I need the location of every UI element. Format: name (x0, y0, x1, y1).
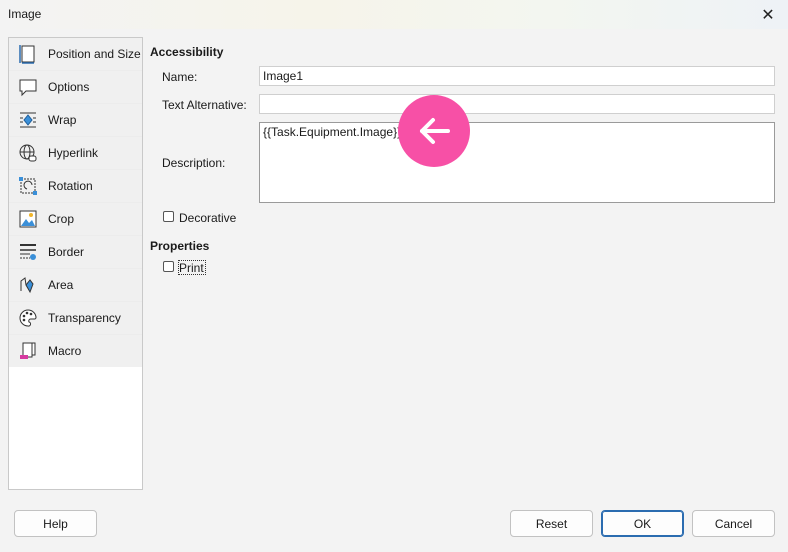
sidebar-item-area[interactable]: Area (9, 269, 142, 302)
sidebar-item-label: Area (48, 278, 74, 292)
sidebar-item-label: Crop (48, 212, 75, 226)
area-icon (17, 274, 39, 296)
sidebar-item-label: Macro (48, 344, 82, 358)
print-label: Print (179, 261, 204, 275)
sidebar-item-border[interactable]: Border (9, 236, 142, 269)
pointer-highlight (398, 95, 470, 167)
name-label: Name: (162, 70, 198, 84)
description-field[interactable]: {{Task.Equipment.Image}} (259, 122, 775, 203)
sidebar-item-label: Wrap (48, 113, 77, 127)
cancel-button[interactable]: Cancel (692, 510, 775, 537)
sidebar-item-crop[interactable]: Crop (9, 203, 142, 236)
window-title: Image (8, 7, 42, 21)
position-size-icon (17, 43, 39, 65)
sidebar-item-transparency[interactable]: Transparency (9, 302, 142, 335)
print-checkbox[interactable] (163, 261, 174, 272)
sidebar-item-label: Hyperlink (48, 146, 99, 160)
sidebar-item-label: Options (48, 80, 90, 94)
text-alternative-label: Text Alternative: (162, 98, 247, 112)
decorative-label: Decorative (179, 211, 237, 225)
help-button[interactable]: Help (14, 510, 97, 537)
rotation-icon (17, 175, 39, 197)
close-button[interactable]: ✕ (748, 0, 788, 29)
close-icon: ✕ (761, 6, 775, 24)
sidebar-item-hyperlink[interactable]: Hyperlink (9, 137, 142, 170)
decorative-checkbox[interactable] (163, 211, 174, 222)
sidebar-item-position-and-size[interactable]: Position and Size (9, 38, 142, 71)
sidebar-item-label: Position and Size (48, 47, 141, 61)
text-alternative-field[interactable] (259, 94, 775, 114)
border-icon (17, 241, 39, 263)
wrap-icon (17, 109, 39, 131)
options-icon (17, 76, 39, 98)
sidebar-item-label: Transparency (48, 311, 121, 325)
ok-button[interactable]: OK (601, 510, 684, 537)
sidebar-item-rotation[interactable]: Rotation (9, 170, 142, 203)
arrow-left-icon (420, 118, 450, 144)
name-field[interactable]: Image1 (259, 66, 775, 86)
description-label: Description: (162, 156, 226, 170)
hyperlink-icon (17, 142, 39, 164)
crop-icon (17, 208, 39, 230)
transparency-icon (17, 307, 39, 329)
sidebar-item-label: Rotation (48, 179, 93, 193)
sidebar-item-wrap[interactable]: Wrap (9, 104, 142, 137)
reset-button[interactable]: Reset (510, 510, 593, 537)
macro-icon (17, 340, 39, 362)
sidebar-item-label: Border (48, 245, 85, 259)
accessibility-heading: Accessibility (150, 45, 224, 59)
sidebar: Position and Size Options Wrap Hyperlink… (8, 37, 143, 490)
title-bar: Image ✕ (0, 0, 788, 29)
properties-heading: Properties (150, 239, 210, 253)
sidebar-item-macro[interactable]: Macro (9, 335, 142, 367)
sidebar-item-options[interactable]: Options (9, 71, 142, 104)
